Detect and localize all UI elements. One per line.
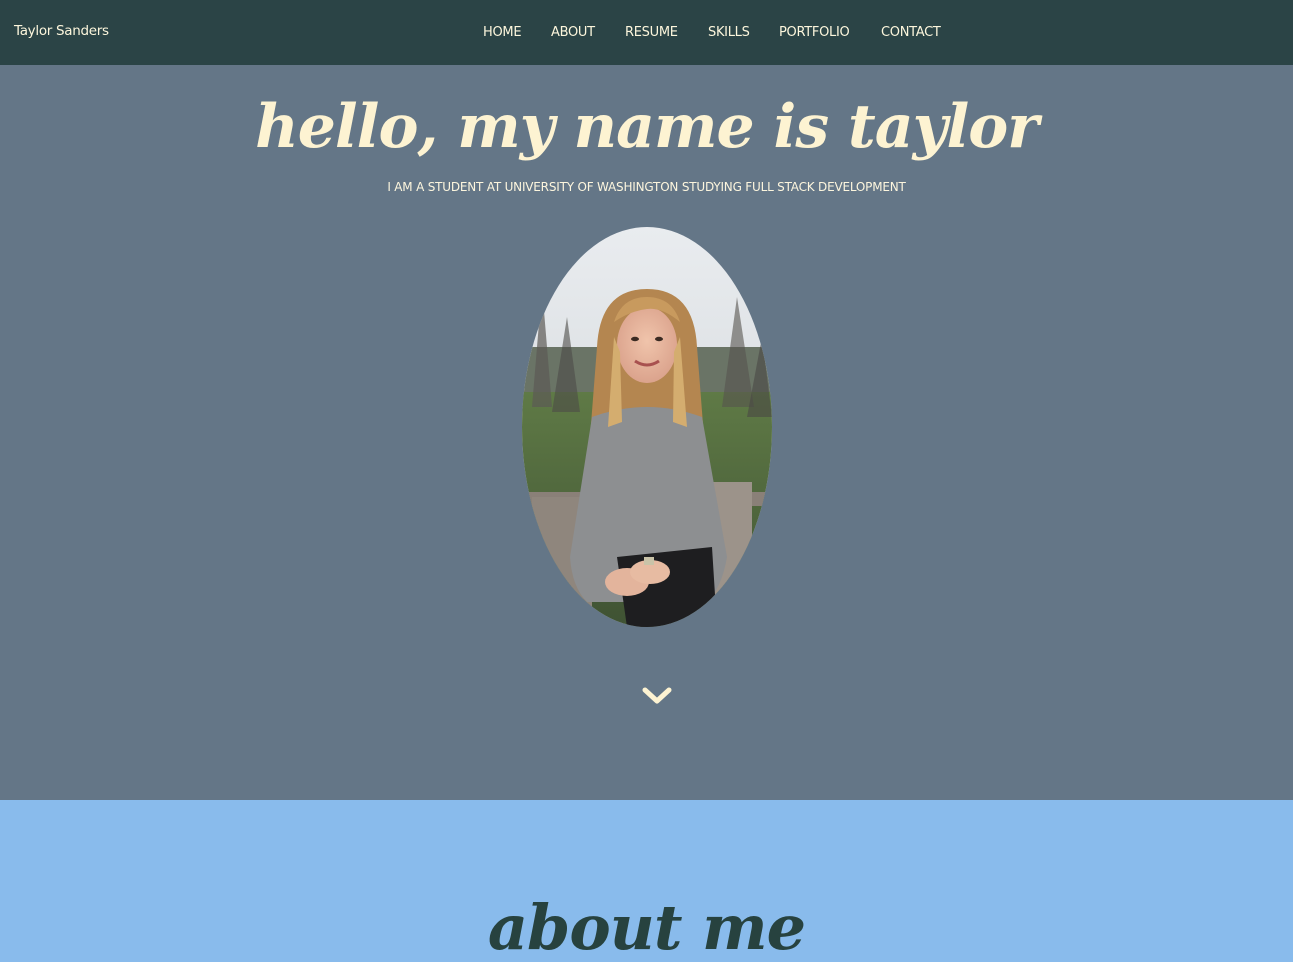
nav-skills-link[interactable]: SKILLS bbox=[708, 25, 750, 40]
hero-title: hello, my name is taylor bbox=[255, 92, 1039, 162]
nav-home-link[interactable]: HOME bbox=[483, 25, 522, 40]
brand-link[interactable]: Taylor Sanders bbox=[14, 23, 109, 39]
chevron-down-icon[interactable] bbox=[642, 684, 672, 706]
profile-photo bbox=[522, 227, 772, 627]
nav-portfolio-link[interactable]: PORTFOLIO bbox=[779, 25, 850, 40]
hero-section: hello, my name is taylor I AM A STUDENT … bbox=[0, 65, 1293, 800]
hero-subtitle: I AM A STUDENT AT UNIVERSITY OF WASHINGT… bbox=[387, 180, 906, 194]
nav-about-link[interactable]: ABOUT bbox=[551, 25, 595, 40]
about-heading: about me bbox=[487, 891, 806, 962]
navbar: Taylor Sanders HOME ABOUT RESUME SKILLS … bbox=[0, 0, 1293, 65]
about-section: about me bbox=[0, 800, 1293, 962]
nav-resume-link[interactable]: RESUME bbox=[625, 25, 678, 40]
nav-contact-link[interactable]: CONTACT bbox=[881, 25, 941, 40]
